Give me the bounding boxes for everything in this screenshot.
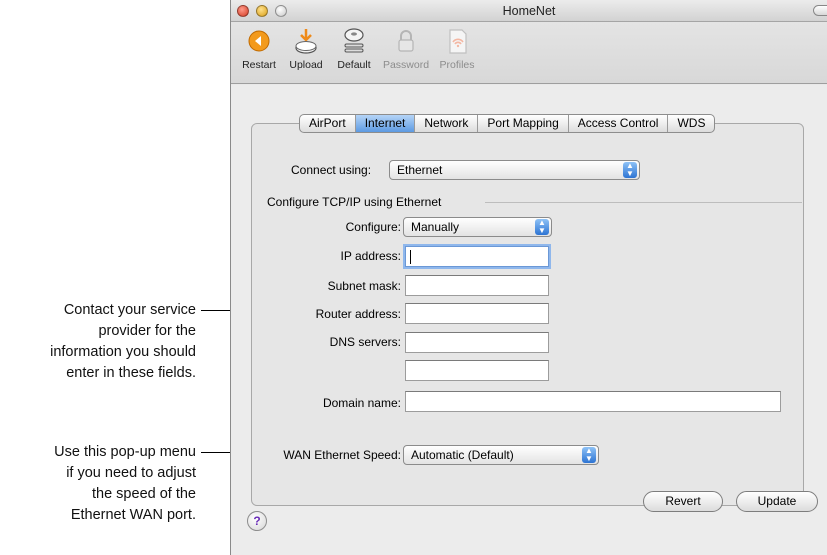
popup-arrows-icon: ▲ ▼ — [623, 162, 637, 178]
window-title: HomeNet — [502, 4, 556, 18]
domain-name-field[interactable] — [405, 391, 781, 412]
revert-button[interactable]: Revert — [643, 491, 723, 512]
tcpip-group-title: Configure TCP/IP using Ethernet — [267, 195, 442, 209]
connect-using-popup[interactable]: Ethernet ▲ ▼ — [389, 160, 640, 180]
tab-bar: AirPort Internet Network Port Mapping Ac… — [299, 114, 716, 133]
configure-value: Manually — [411, 220, 460, 234]
restart-button[interactable]: Restart — [239, 26, 279, 71]
restart-label: Restart — [242, 59, 276, 71]
upload-button[interactable]: Upload — [284, 26, 328, 71]
profiles-button: Profiles — [436, 26, 478, 71]
tab-airport[interactable]: AirPort — [300, 115, 356, 132]
dns-server-1-field[interactable] — [405, 332, 549, 353]
toolbar-toggle-button[interactable] — [813, 5, 827, 16]
wan-speed-value: Automatic (Default) — [411, 448, 514, 462]
tab-access-control[interactable]: Access Control — [569, 115, 669, 132]
popup-arrows-icon: ▲ ▼ — [535, 219, 549, 235]
profiles-icon — [449, 29, 467, 54]
group-divider — [485, 202, 802, 203]
wan-speed-popup[interactable]: Automatic (Default) ▲ ▼ — [403, 445, 599, 465]
callout-line-3: information you should — [50, 344, 196, 360]
upload-icon — [295, 29, 317, 54]
router-address-field[interactable] — [405, 303, 549, 324]
tab-internet[interactable]: Internet — [355, 115, 416, 132]
homenet-window: HomeNet Restart Upload Default Password … — [230, 0, 827, 555]
dns-servers-label: DNS servers: — [329, 335, 401, 349]
password-button: Password — [381, 26, 431, 71]
preferences-content: AirPort Internet Network Port Mapping Ac… — [231, 85, 827, 555]
update-button[interactable]: Update — [736, 491, 818, 512]
default-label: Default — [337, 59, 371, 71]
ip-address-label: IP address: — [340, 249, 401, 263]
callout-line-4: Ethernet WAN port. — [70, 507, 196, 523]
router-address-label: Router address: — [315, 307, 401, 321]
default-button[interactable]: Default — [332, 26, 376, 71]
subnet-mask-label: Subnet mask: — [327, 279, 401, 293]
restart-icon — [248, 30, 270, 52]
wan-speed-label: WAN Ethernet Speed: — [283, 448, 401, 462]
connect-using-label: Connect using: — [291, 163, 372, 177]
callout-wan-speed: Use this pop-up menu if you need to adju… — [54, 442, 196, 526]
tab-wds[interactable]: WDS — [668, 115, 714, 132]
help-button[interactable]: ? — [247, 511, 267, 531]
dns-server-2-field[interactable] — [405, 360, 549, 381]
default-icon — [344, 28, 364, 53]
callout-line-1: Use this pop-up menu — [54, 444, 196, 460]
connect-using-value: Ethernet — [397, 163, 443, 177]
ip-address-field[interactable] — [405, 246, 549, 267]
text-caret — [410, 250, 411, 264]
popup-arrows-icon: ▲ ▼ — [582, 447, 596, 463]
toolbar: Restart Upload Default Password Profiles — [231, 22, 827, 84]
configure-label: Configure: — [345, 220, 401, 234]
profiles-label: Profiles — [439, 59, 475, 71]
tab-network[interactable]: Network — [415, 115, 479, 132]
callout-line-2: provider for the — [98, 323, 196, 339]
configure-popup[interactable]: Manually ▲ ▼ — [403, 217, 552, 237]
subnet-mask-field[interactable] — [405, 275, 549, 296]
callout-line-3: the speed of the — [92, 486, 196, 502]
callout-service-provider: Contact your service provider for the in… — [50, 300, 196, 384]
callout-line-1: Contact your service — [63, 302, 196, 318]
title-bar[interactable]: HomeNet — [231, 0, 827, 22]
password-label: Password — [382, 59, 430, 71]
domain-name-label: Domain name: — [322, 396, 401, 410]
upload-label: Upload — [289, 59, 323, 71]
callout-line-2: if you need to adjust — [66, 465, 196, 481]
callout-line-4: enter in these fields. — [66, 365, 196, 381]
lock-icon — [398, 30, 414, 52]
tab-port-mapping[interactable]: Port Mapping — [478, 115, 569, 132]
